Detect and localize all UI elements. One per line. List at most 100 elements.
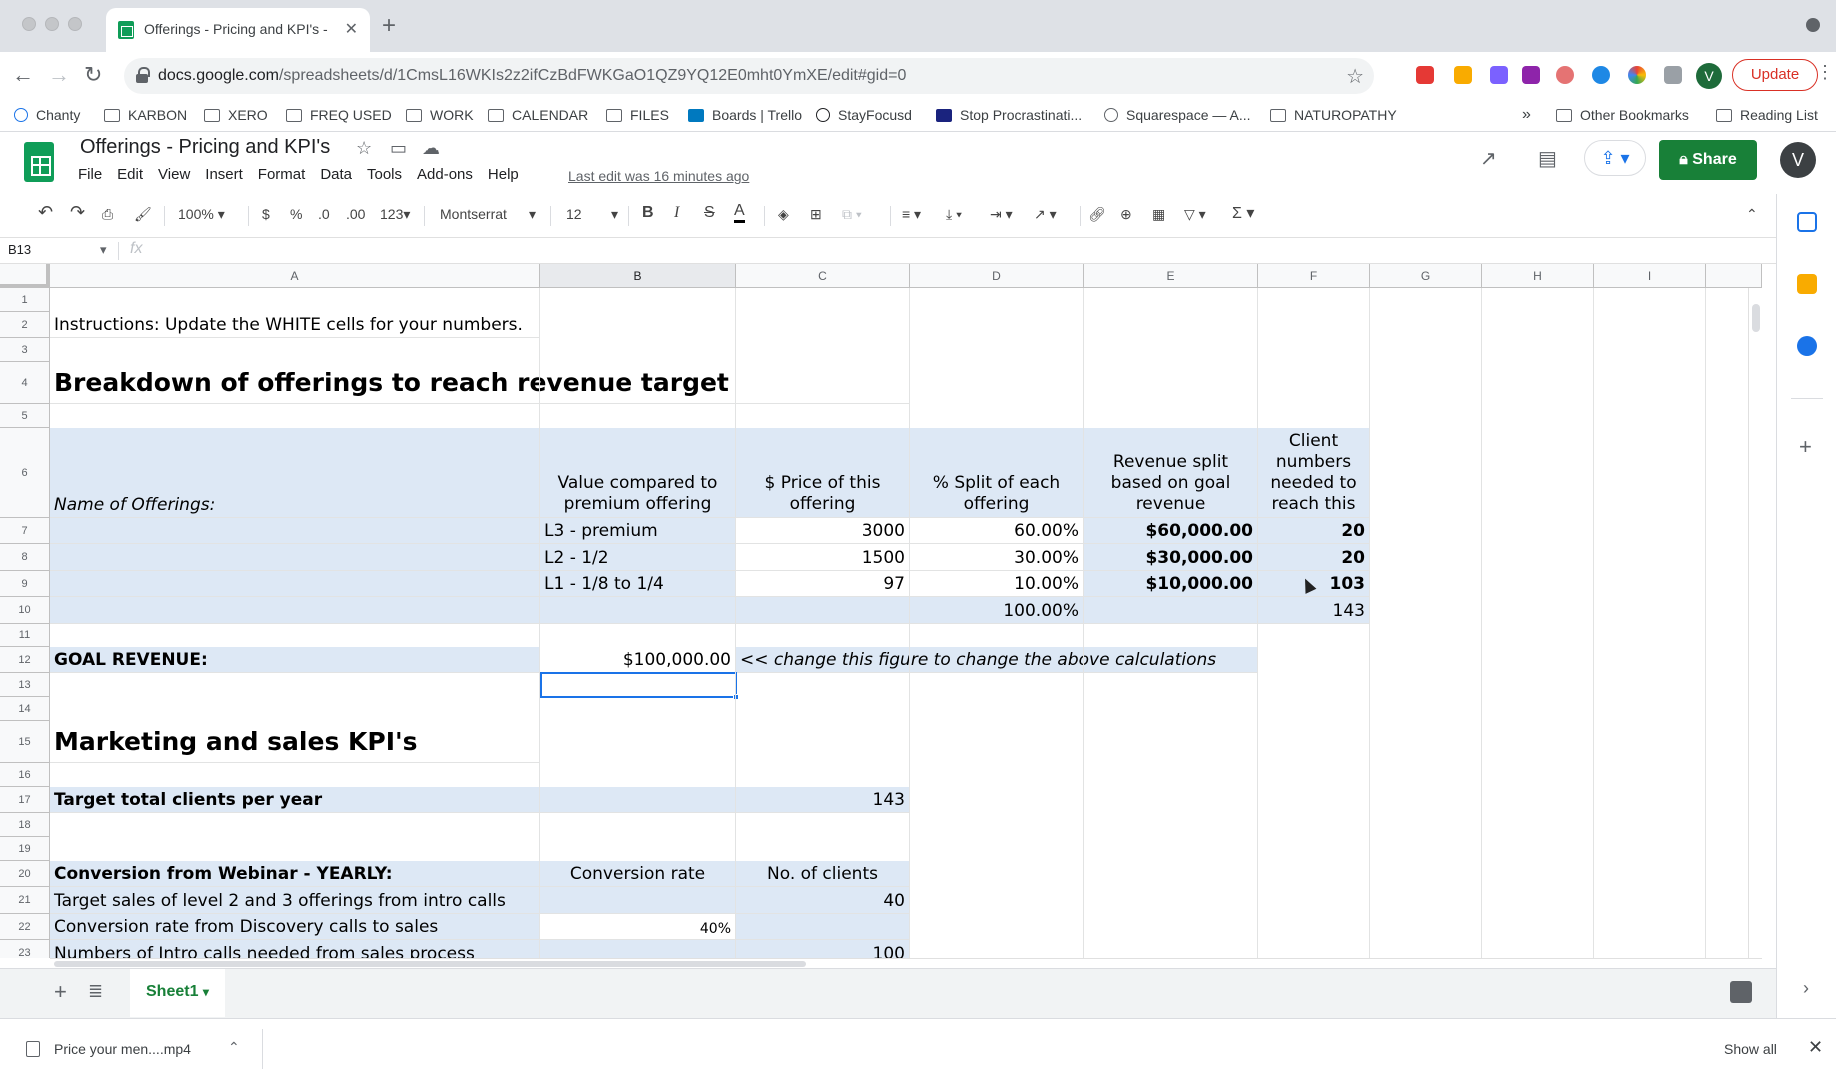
bookmark-item[interactable]: KARBON: [104, 100, 187, 130]
cell-F6[interactable]: Client numbers needed to reach this: [1258, 428, 1370, 518]
row-header[interactable]: 9: [0, 571, 50, 597]
youtube-extension-icon[interactable]: [1416, 66, 1434, 84]
menu-insert[interactable]: Insert: [205, 166, 243, 183]
insert-chart-icon[interactable]: ▦: [1152, 206, 1165, 223]
column-header-A[interactable]: A: [50, 264, 540, 288]
cell-A2[interactable]: Instructions: Update the WHITE cells for…: [50, 312, 540, 338]
cell-C22[interactable]: [736, 914, 910, 940]
chevron-right-icon[interactable]: ›: [1803, 978, 1809, 999]
row-header[interactable]: 15: [0, 721, 50, 763]
share-button[interactable]: 🔒︎ Share: [1659, 140, 1757, 180]
extension-icon[interactable]: [1592, 66, 1610, 84]
column-header-E[interactable]: E: [1084, 264, 1258, 288]
print-icon[interactable]: ⎙: [102, 206, 113, 223]
text-color-button[interactable]: A: [734, 202, 745, 223]
cell-C9[interactable]: 97: [736, 571, 910, 597]
tab-search-icon[interactable]: [1806, 18, 1820, 32]
chrome-menu-icon[interactable]: ⋮: [1816, 62, 1834, 83]
extension-icon[interactable]: [1522, 66, 1540, 84]
download-filename[interactable]: Price your men....mp4: [54, 1041, 191, 1057]
keep-icon[interactable]: [1797, 274, 1817, 294]
bookmarks-overflow-button[interactable]: »: [1522, 100, 1531, 130]
window-zoom-button[interactable]: [68, 17, 82, 31]
extensions-puzzle-icon[interactable]: [1664, 66, 1682, 84]
add-sheet-icon[interactable]: +: [54, 979, 67, 1005]
borders-icon[interactable]: ⊞: [810, 206, 822, 223]
cell-D7[interactable]: 60.00%: [910, 518, 1084, 544]
bookmark-item[interactable]: Reading List: [1716, 100, 1818, 130]
comment-icon[interactable]: ▤: [1538, 146, 1557, 171]
font-family-select[interactable]: Montserrat ▾: [440, 206, 536, 222]
bookmark-item[interactable]: WORK: [406, 100, 474, 130]
bookmark-item[interactable]: Squarespace — A...: [1104, 100, 1251, 130]
tasks-icon[interactable]: [1797, 336, 1817, 356]
cell-B23[interactable]: [540, 940, 736, 958]
cell-A10[interactable]: [50, 597, 540, 624]
row-header[interactable]: 17: [0, 787, 50, 813]
window-minimize-button[interactable]: [45, 17, 59, 31]
explore-icon[interactable]: [1730, 981, 1752, 1003]
star-icon[interactable]: ☆: [356, 138, 372, 159]
cell-B22[interactable]: 40%: [540, 914, 736, 940]
cell-A17[interactable]: Target total clients per year: [50, 787, 540, 813]
bookmark-item[interactable]: Chanty: [14, 100, 80, 130]
cell-B6[interactable]: Value compared to premium offering: [540, 428, 736, 518]
column-header-J[interactable]: [1706, 264, 1762, 288]
cell-C23[interactable]: 100: [736, 940, 910, 958]
row-header[interactable]: 21: [0, 887, 50, 914]
row-header[interactable]: 11: [0, 624, 50, 647]
row-header[interactable]: 12: [0, 647, 50, 673]
menu-addons[interactable]: Add-ons: [417, 166, 473, 183]
redo-icon[interactable]: ↷: [70, 202, 85, 223]
select-all-corner[interactable]: [0, 264, 50, 288]
text-rotation-icon[interactable]: ↗ ▾: [1034, 206, 1057, 223]
address-bar[interactable]: docs.google.com/spreadsheets/d/1CmsL16WK…: [124, 58, 1374, 94]
bookmark-item[interactable]: CALENDAR: [488, 100, 588, 130]
row-header[interactable]: 5: [0, 404, 50, 428]
row-header[interactable]: 18: [0, 813, 50, 837]
cell-C12[interactable]: << change this figure to change the abov…: [736, 647, 1258, 673]
menu-data[interactable]: Data: [320, 166, 352, 183]
menu-help[interactable]: Help: [488, 166, 519, 183]
cell-A12[interactable]: GOAL REVENUE:: [50, 647, 540, 673]
browser-tab[interactable]: Offerings - Pricing and KPI's - ✕: [106, 8, 370, 52]
back-arrow-icon[interactable]: ←: [12, 62, 34, 88]
forward-arrow-icon[interactable]: →: [48, 62, 70, 88]
selected-cell-B13[interactable]: [540, 672, 737, 698]
row-header[interactable]: 8: [0, 544, 50, 571]
row-header[interactable]: 23: [0, 940, 50, 958]
menu-edit[interactable]: Edit: [117, 166, 143, 183]
font-size-select[interactable]: 12 ▾: [566, 206, 618, 222]
column-header-C[interactable]: C: [736, 264, 910, 288]
cell-D6[interactable]: % Split of each offering: [910, 428, 1084, 518]
row-header[interactable]: 14: [0, 697, 50, 721]
name-box[interactable]: B13 ▾: [8, 242, 107, 257]
menu-tools[interactable]: Tools: [367, 166, 402, 183]
cell-A9[interactable]: [50, 571, 540, 597]
bookmark-item[interactable]: StayFocusd: [816, 100, 912, 130]
paint-format-icon[interactable]: 🖌︎: [134, 206, 152, 223]
bookmark-item[interactable]: Boards | Trello: [688, 100, 802, 130]
row-header[interactable]: 2: [0, 312, 50, 338]
cell-A8[interactable]: [50, 544, 540, 571]
currency-format-button[interactable]: $: [262, 206, 270, 222]
row-header[interactable]: 13: [0, 673, 50, 697]
window-close-button[interactable]: [22, 17, 36, 31]
cell-E6[interactable]: Revenue split based on goal revenue: [1084, 428, 1258, 518]
vertical-scrollbar[interactable]: [1748, 288, 1762, 958]
all-sheets-icon[interactable]: ≣: [88, 981, 103, 1002]
cell-B10[interactable]: [540, 597, 736, 624]
cell-D9[interactable]: 10.00%: [910, 571, 1084, 597]
row-header[interactable]: 16: [0, 763, 50, 787]
insert-comment-icon[interactable]: ⊕: [1120, 206, 1132, 223]
get-addons-plus-icon[interactable]: +: [1799, 434, 1812, 460]
functions-icon[interactable]: Σ ▾: [1232, 203, 1254, 223]
row-header[interactable]: 7: [0, 518, 50, 544]
cell-E8[interactable]: $30,000.00: [1084, 544, 1258, 571]
cell-A15[interactable]: Marketing and sales KPI's: [50, 721, 540, 763]
bookmark-item[interactable]: NATUROPATHY: [1270, 100, 1397, 130]
merge-cells-icon[interactable]: ⧉ ▾: [842, 206, 862, 223]
percent-format-button[interactable]: %: [290, 206, 302, 222]
horizontal-align-icon[interactable]: ≡ ▾: [902, 206, 921, 223]
row-header[interactable]: 4: [0, 362, 50, 404]
